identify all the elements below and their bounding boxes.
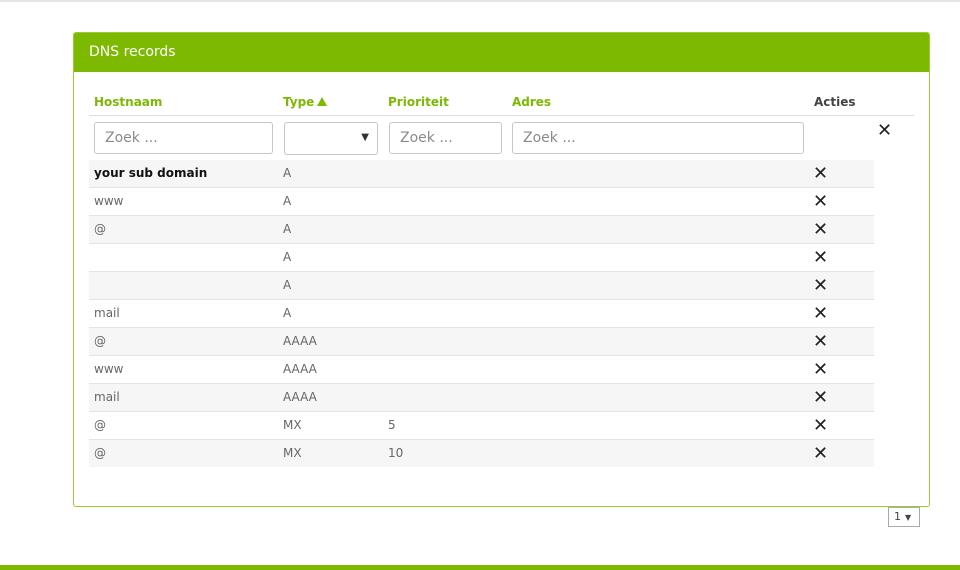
dns-records-panel: DNS records Hostnaam Type Prioriteit Adr… [73,32,930,507]
clear-filters-icon[interactable]: ✕ [877,120,892,141]
column-header-hostname[interactable]: Hostnaam [94,95,162,109]
chevron-down-icon: ▼ [361,132,369,143]
priority-cell: 5 [388,418,396,432]
table-row: @ AAAA ✕ [89,328,874,356]
type-cell: AAAA [283,362,317,376]
delete-record-icon[interactable]: ✕ [813,328,828,355]
table-row: A ✕ [89,272,874,300]
column-header-priority[interactable]: Prioriteit [388,95,449,109]
type-cell: AAAA [283,390,317,404]
delete-record-icon[interactable]: ✕ [813,384,828,411]
column-header-actions: Acties [814,95,856,109]
current-page: 1 [894,510,901,523]
delete-record-icon[interactable]: ✕ [813,188,828,215]
dns-records-table-body: your sub domain A ✕ www A ✕ @ A ✕ A ✕ A ✕ mail A ✕ @ AAAA… [89,160,874,467]
hostname-filter-input[interactable] [94,122,273,154]
chevron-down-icon: ▼ [905,513,912,522]
type-cell: A [283,166,292,180]
delete-record-icon[interactable]: ✕ [813,300,828,327]
table-row: www A ✕ [89,188,874,216]
table-row: @ A ✕ [89,216,874,244]
hostname-cell: mail [94,306,120,320]
delete-record-icon[interactable]: ✕ [813,272,828,299]
delete-record-icon[interactable]: ✕ [813,244,828,271]
footer-accent-bar [0,565,960,570]
type-cell: A [283,250,292,264]
table-row: @ MX 5 ✕ [89,412,874,440]
delete-record-icon[interactable]: ✕ [813,356,828,383]
table-row: your sub domain A ✕ [89,160,874,188]
hostname-cell: @ [94,222,106,236]
type-cell: A [283,194,292,208]
delete-record-icon[interactable]: ✕ [813,440,828,467]
delete-record-icon[interactable]: ✕ [813,216,828,243]
column-header-address[interactable]: Adres [512,95,551,109]
column-header-type-label: Type [283,95,315,109]
type-cell: A [283,306,292,320]
column-header-type[interactable]: Type [283,95,328,109]
delete-record-icon[interactable]: ✕ [813,412,828,439]
type-filter-select[interactable]: ▼ [284,122,378,155]
hostname-cell: @ [94,334,106,348]
hostname-cell: www [94,362,124,376]
hostname-cell: www [94,194,124,208]
panel-title: DNS records [74,33,929,72]
table-row: A ✕ [89,244,874,272]
address-filter-input[interactable] [512,122,804,154]
type-cell: AAAA [283,334,317,348]
priority-cell: 10 [388,446,404,460]
priority-filter-input[interactable] [389,122,502,154]
hostname-cell: @ [94,446,106,460]
type-cell: MX [283,418,302,432]
hostname-cell: your sub domain [94,166,208,180]
top-divider [0,0,960,2]
sort-ascending-icon [317,97,328,106]
table-row: @ MX 10 ✕ [89,440,874,467]
table-row: www AAAA ✕ [89,356,874,384]
hostname-cell: @ [94,418,106,432]
delete-record-icon[interactable]: ✕ [813,160,828,187]
type-cell: A [283,222,292,236]
type-cell: MX [283,446,302,460]
table-row: mail A ✕ [89,300,874,328]
header-divider [89,115,914,116]
pagination-select[interactable]: 1 ▼ [888,507,920,527]
type-cell: A [283,278,292,292]
table-row: mail AAAA ✕ [89,384,874,412]
hostname-cell: mail [94,390,120,404]
